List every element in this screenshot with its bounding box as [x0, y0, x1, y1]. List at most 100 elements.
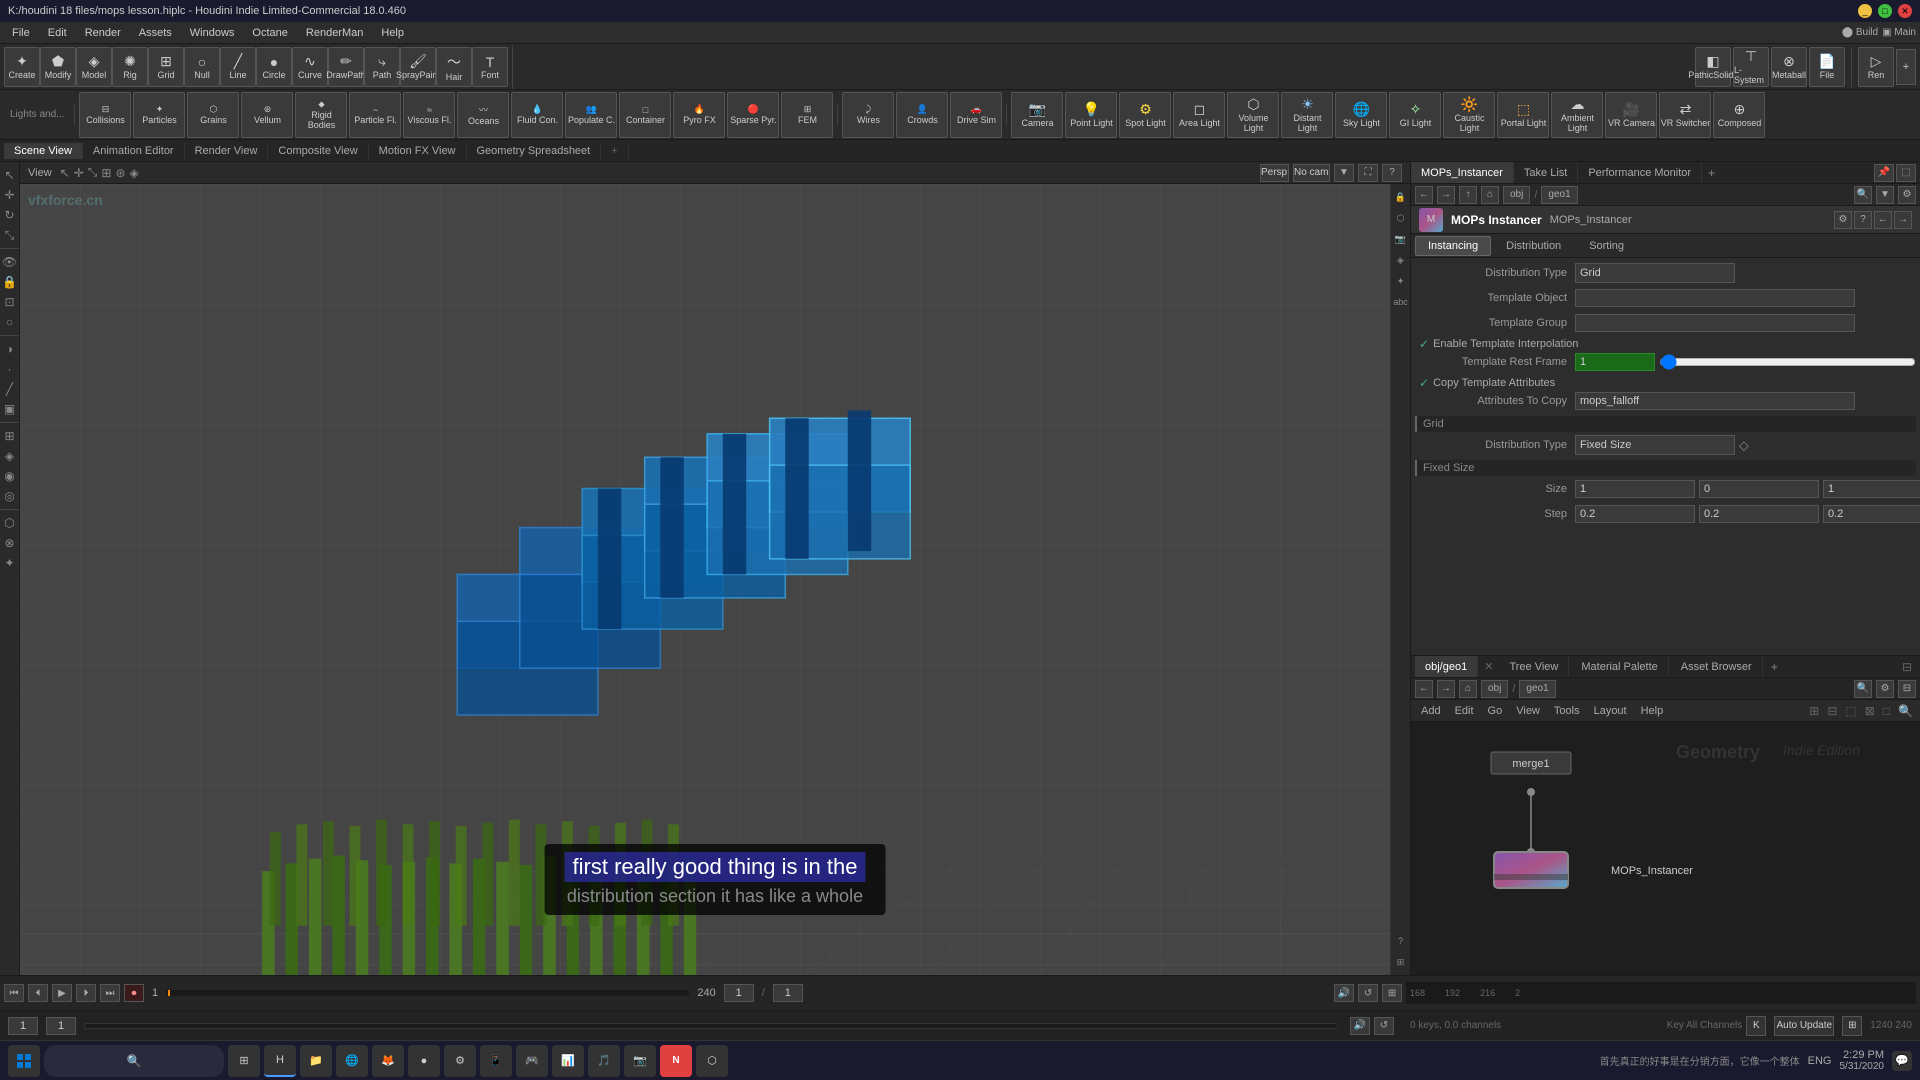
lsystem-tool[interactable]: ⊤L-System — [1733, 47, 1769, 87]
rig-tool[interactable]: ✺Rig — [112, 47, 148, 87]
tl-audio-btn[interactable]: 🔊 — [1334, 984, 1354, 1002]
curve-tool[interactable]: ∿Curve — [292, 47, 328, 87]
path-filter-btn[interactable]: ▼ — [1876, 186, 1894, 204]
node-home-btn[interactable]: ⌂ — [1459, 680, 1477, 698]
volume-light-btn[interactable]: ⬡Volume Light — [1227, 92, 1279, 138]
node-layout-icon4[interactable]: ⊠ — [1862, 704, 1878, 718]
sidebar-template[interactable]: ⊡ — [1, 293, 19, 311]
bottom-loop-btn[interactable]: ↺ — [1374, 1017, 1394, 1035]
path-settings-btn[interactable]: ⚙ — [1898, 186, 1916, 204]
node-layout-btn[interactable]: Layout — [1588, 704, 1633, 718]
path-home-btn[interactable]: ⌂ — [1481, 186, 1499, 204]
node-tools-btn[interactable]: Tools — [1548, 704, 1586, 718]
template-object-input[interactable] — [1575, 289, 1855, 307]
template-rest-frame-input[interactable] — [1575, 353, 1655, 371]
viewport-help-btn[interactable]: ? — [1382, 164, 1402, 182]
task-view-btn[interactable]: ⊞ — [228, 1045, 260, 1077]
node-back-btn[interactable]: ← — [1415, 680, 1433, 698]
taskbar-app5[interactable]: 🎮 — [516, 1045, 548, 1077]
tab-scene-view[interactable]: Scene View — [4, 143, 83, 159]
bottom-start-frame[interactable] — [8, 1017, 38, 1035]
panel-help-btn[interactable]: ? — [1854, 211, 1872, 229]
panel-next-btn[interactable]: → — [1894, 211, 1912, 229]
template-rest-frame-slider[interactable] — [1659, 355, 1916, 369]
grid-dist-type-select[interactable]: Fixed Size By Count — [1575, 435, 1735, 455]
node-layout-icon5[interactable]: □ — [1880, 704, 1893, 718]
panel-tab-perf[interactable]: Performance Monitor — [1578, 162, 1702, 183]
caustic-light-btn[interactable]: 🔆Caustic Light — [1443, 92, 1495, 138]
step-y-input[interactable] — [1699, 505, 1819, 523]
drive-sim-btn[interactable]: 🚗Drive Sim — [950, 92, 1002, 138]
rigid-bodies-btn[interactable]: ⬥Rigid Bodies — [295, 92, 347, 138]
viscous-fl-btn[interactable]: ≈Viscous Fl. — [403, 92, 455, 138]
metaball-tool[interactable]: ⊗Metaball — [1771, 47, 1807, 87]
vp-right-icon1[interactable]: 🔒 — [1392, 188, 1410, 206]
inst-tab-sorting[interactable]: Sorting — [1576, 236, 1637, 256]
taskbar-firefox[interactable]: 🦊 — [372, 1045, 404, 1077]
search-taskbar[interactable]: 🔍 — [44, 1045, 224, 1077]
model-tool[interactable]: ◈Model — [76, 47, 112, 87]
node-add-btn[interactable]: Add — [1415, 704, 1447, 718]
panel-tab-take-list[interactable]: Take List — [1514, 162, 1578, 183]
camera-select[interactable]: No cam — [1293, 164, 1330, 182]
sidebar-show-hide[interactable]: ◑ — [1, 340, 19, 358]
node-view-btn[interactable]: View — [1510, 704, 1546, 718]
tl-next-btn[interactable]: ⏵ — [76, 984, 96, 1002]
viewport-fullscreen-btn[interactable]: ⛶ — [1358, 164, 1378, 182]
tl-start-btn[interactable]: ⏮ — [4, 984, 24, 1002]
node-add-tab[interactable]: + — [1765, 658, 1784, 676]
size-y-input[interactable] — [1699, 480, 1819, 498]
viewport-menu-btn[interactable]: ▼ — [1334, 164, 1354, 182]
path-tool[interactable]: ⤷Path — [364, 47, 400, 87]
menu-octane[interactable]: Octane — [244, 25, 295, 41]
sidebar-smooth[interactable]: ◉ — [1, 467, 19, 485]
maximize-button[interactable]: □ — [1878, 4, 1892, 18]
node-obj-btn[interactable]: obj — [1481, 680, 1508, 698]
sidebar-points[interactable]: · — [1, 360, 19, 378]
taskbar-houdini[interactable]: H — [264, 1045, 296, 1077]
grains-btn[interactable]: ⬡Grains — [187, 92, 239, 138]
node-tab-geo1[interactable]: obj/geo1 — [1415, 656, 1478, 677]
dist-type-select[interactable]: Grid Random Fixed Size — [1575, 263, 1735, 283]
auto-update-btn[interactable]: Auto Update — [1774, 1016, 1834, 1036]
taskbar-app8[interactable]: 📷 — [624, 1045, 656, 1077]
tl-end-btn[interactable]: ⏭ — [100, 984, 120, 1002]
sidebar-null[interactable]: ○ — [1, 313, 19, 331]
taskbar-app1[interactable]: 📁 — [300, 1045, 332, 1077]
sidebar-edges[interactable]: ╱ — [1, 380, 19, 398]
create-tool[interactable]: ✦Create — [4, 47, 40, 87]
populate-c-btn[interactable]: 👥Populate C. — [565, 92, 617, 138]
node-graph-content[interactable]: Indie Edition Geometry merge1 — [1411, 722, 1920, 975]
taskbar-app9[interactable]: N — [660, 1045, 692, 1077]
timeline-bar[interactable] — [166, 990, 689, 996]
container-btn[interactable]: □Container — [619, 92, 671, 138]
vr-switcher-btn[interactable]: ⇄VR Switcher — [1659, 92, 1711, 138]
vp-right-icon4[interactable]: ◈ — [1392, 251, 1410, 269]
close-button[interactable]: ✕ — [1898, 4, 1912, 18]
tl-loop-btn[interactable]: ↺ — [1358, 984, 1378, 1002]
sidebar-faces[interactable]: ▣ — [1, 400, 19, 418]
systray-lang[interactable]: ENG — [1808, 1055, 1832, 1067]
node-layout-icon3[interactable]: ⬚ — [1842, 704, 1859, 718]
point-light-btn[interactable]: 💡Point Light — [1065, 92, 1117, 138]
portal-light-btn[interactable]: ⬚Portal Light — [1497, 92, 1549, 138]
modify-tool[interactable]: ⬟Modify — [40, 47, 76, 87]
taskbar-app3[interactable]: ⚙ — [444, 1045, 476, 1077]
node-geo1-btn[interactable]: geo1 — [1519, 680, 1555, 698]
vp-right-icon5[interactable]: ✦ — [1392, 272, 1410, 290]
template-group-input[interactable] — [1575, 314, 1855, 332]
menu-edit[interactable]: Edit — [40, 25, 75, 41]
menu-help[interactable]: Help — [373, 25, 412, 41]
sidebar-move[interactable]: ✛ — [1, 186, 19, 204]
area-light-btn[interactable]: ◻Area Light — [1173, 92, 1225, 138]
sidebar-wires[interactable]: ⊞ — [1, 427, 19, 445]
spot-light-btn[interactable]: ⚙Spot Light — [1119, 92, 1171, 138]
path-back-btn[interactable]: ← — [1415, 186, 1433, 204]
inst-tab-instancing[interactable]: Instancing — [1415, 236, 1491, 256]
sidebar-scale[interactable]: ⤡ — [1, 226, 19, 244]
sky-light-btn[interactable]: 🌐Sky Light — [1335, 92, 1387, 138]
viewport-content[interactable]: vfxforce.cn — [20, 184, 1410, 975]
panel-pin-btn[interactable]: 📌 — [1874, 164, 1894, 182]
vp-right-icon8[interactable]: ⊞ — [1392, 953, 1410, 971]
composed-btn[interactable]: ⊕Composed — [1713, 92, 1765, 138]
